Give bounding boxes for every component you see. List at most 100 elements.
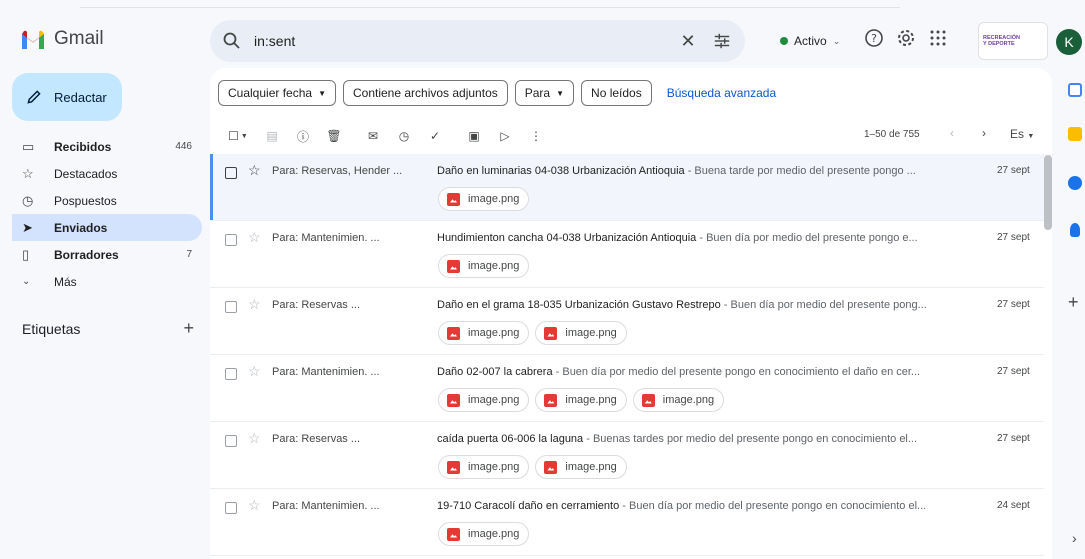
clear-search-icon[interactable]: ✕	[676, 29, 700, 53]
row-checkbox[interactable]	[225, 234, 237, 246]
expand-panel-icon[interactable]: ›	[1072, 530, 1077, 546]
add-label-icon[interactable]: +	[183, 318, 194, 339]
archive-icon[interactable]: ▤	[261, 125, 283, 147]
image-file-icon	[544, 460, 558, 474]
filter-chip-attachments[interactable]: Contiene archivos adjuntos	[342, 80, 508, 106]
email-row[interactable]: ☆ Para: Mantenimien. ... Hundimienton ca…	[210, 221, 1044, 288]
row-checkbox[interactable]	[225, 167, 237, 179]
image-file-icon	[447, 326, 460, 340]
draft-icon: ▯	[22, 246, 30, 262]
attachment-chip[interactable]: image.png	[438, 187, 530, 211]
filter-chip-to[interactable]: Para ▼	[514, 80, 575, 106]
mark-read-icon[interactable]: ✉	[362, 125, 384, 147]
snooze-icon[interactable]: ◷	[393, 125, 415, 147]
subject: Daño en el grama 18-035 Urbanización Gus…	[437, 299, 721, 311]
status-label: Activo	[794, 34, 827, 48]
row-checkbox[interactable]	[225, 301, 237, 313]
snippet: - Buen día por medio del presente pongo …	[552, 366, 921, 378]
filter-chip-date[interactable]: Cualquier fecha ▼	[218, 80, 336, 106]
keep-icon[interactable]	[1068, 127, 1082, 141]
avatar[interactable]: K	[1056, 29, 1082, 55]
advanced-search-link[interactable]: Búsqueda avanzada	[667, 86, 776, 100]
star-icon[interactable]: ☆	[248, 296, 261, 313]
attachment-chip[interactable]: image.png	[438, 522, 530, 546]
attachment-chip[interactable]: image.png	[438, 455, 530, 479]
email-row[interactable]: ☆ Para: Mantenimien. ... 19-710 Caracolí…	[210, 489, 1044, 556]
dropdown-arrow-icon: ▼	[318, 88, 326, 98]
attachment-chip[interactable]: image.png	[535, 455, 627, 479]
settings-icon[interactable]	[896, 28, 916, 48]
svg-text:?: ?	[871, 32, 877, 45]
email-preview: Daño en luminarias 04-038 Urbanización A…	[437, 165, 957, 177]
search-options-icon[interactable]	[713, 32, 731, 50]
snippet: - Buen día por medio del presente pong..…	[720, 299, 927, 311]
star-icon[interactable]: ☆	[248, 497, 261, 514]
search-bar[interactable]: in:sent ✕	[210, 20, 745, 62]
message-toolbar: ☐ ▼ ▤ ⓘ 🗑 ✉ ◷ ✓ ▣ ▷ ⋮ 1–50 de 755 ‹ › Es …	[224, 124, 1040, 148]
window-top-edge	[80, 0, 900, 8]
sidebar-item-label: Enviados	[54, 220, 108, 235]
search-input[interactable]: in:sent	[254, 33, 295, 49]
row-checkbox[interactable]	[225, 368, 237, 380]
select-all-checkbox[interactable]: ☐ ▼	[224, 125, 252, 147]
status-selector[interactable]: Activo ⌄	[770, 25, 850, 57]
delete-icon[interactable]: 🗑	[323, 125, 345, 147]
attachment-chip[interactable]: image.png	[632, 388, 725, 412]
sidebar-item-starred[interactable]: ☆ Destacados	[12, 160, 202, 187]
email-row[interactable]: ☆ Para: Reservas, Hender ... Daño en lum…	[210, 154, 1044, 221]
labels-header: Etiquetas	[22, 320, 81, 337]
add-task-icon[interactable]: ✓	[424, 125, 446, 147]
star-icon[interactable]: ☆	[248, 162, 261, 179]
date: 27 sept	[997, 433, 1030, 444]
email-preview: Daño 02-007 la cabrera - Buen día por me…	[437, 366, 957, 378]
recipient: Para: Reservas ...	[272, 433, 361, 445]
search-icon[interactable]	[222, 31, 242, 51]
image-file-icon	[641, 393, 655, 407]
account-switcher[interactable]: RECREACIÓN Y DEPORTE	[978, 22, 1048, 60]
sidebar-item-snoozed[interactable]: ◷ Pospuestos	[12, 187, 202, 214]
row-checkbox[interactable]	[225, 502, 237, 514]
sidebar-item-sent[interactable]: ➤ Enviados	[12, 214, 202, 241]
contacts-icon[interactable]	[1070, 223, 1080, 237]
star-icon[interactable]: ☆	[248, 430, 261, 447]
star-icon[interactable]: ☆	[248, 229, 261, 246]
sidebar-item-more[interactable]: ⌄ Más	[12, 268, 202, 295]
calendar-icon[interactable]	[1068, 83, 1082, 97]
compose-label: Redactar	[54, 89, 107, 105]
next-page-icon[interactable]: ›	[982, 126, 986, 140]
org-logo-text: RECREACIÓN Y DEPORTE	[983, 35, 1020, 47]
star-icon[interactable]: ☆	[248, 363, 261, 380]
sidebar-item-drafts[interactable]: ▯ Borradores 7	[12, 241, 202, 268]
attachment-chip[interactable]: image.png	[535, 388, 627, 412]
avatar-letter: K	[1064, 34, 1074, 50]
row-checkbox[interactable]	[225, 435, 237, 447]
compose-button[interactable]: Redactar	[12, 73, 122, 121]
label-icon[interactable]: ▷	[494, 125, 516, 147]
side-panel: + ›	[1062, 70, 1085, 559]
help-icon[interactable]: ?	[864, 28, 884, 48]
attachment-chip[interactable]: image.png	[438, 321, 530, 345]
attachment-chip[interactable]: image.png	[438, 254, 530, 278]
sidebar-item-inbox[interactable]: ▭ Recibidos 446	[12, 133, 202, 160]
prev-page-icon[interactable]: ‹	[950, 126, 954, 140]
more-options-icon[interactable]: ⋮	[525, 125, 547, 147]
date: 27 sept	[997, 299, 1030, 310]
input-language-selector[interactable]: Es ▼	[1010, 127, 1034, 141]
email-row[interactable]: ☆ Para: Reservas ... Daño en el grama 18…	[210, 288, 1044, 355]
add-addon-icon[interactable]: +	[1068, 292, 1079, 313]
tasks-icon[interactable]	[1068, 176, 1082, 190]
attachment-chip[interactable]: image.png	[438, 388, 530, 412]
move-to-icon[interactable]: ▣	[463, 125, 485, 147]
gmail-logo[interactable]: Gmail	[20, 28, 104, 50]
email-row[interactable]: ☆ Para: Mantenimien. ... Daño 02-007 la …	[210, 355, 1044, 422]
email-row[interactable]: ☆ Para: Reservas ... caída puerta 06-006…	[210, 422, 1044, 489]
chip-label: No leídos	[591, 86, 642, 100]
filter-chip-unread[interactable]: No leídos	[581, 80, 652, 106]
subject: Daño 02-007 la cabrera	[437, 366, 553, 378]
attachment-name: image.png	[662, 394, 715, 406]
report-spam-icon[interactable]: ⓘ	[292, 125, 314, 147]
attachment-chip[interactable]: image.png	[535, 321, 627, 345]
chip-label: Para	[524, 86, 551, 100]
scrollbar-thumb[interactable]	[1044, 155, 1052, 230]
apps-grid-icon[interactable]	[928, 28, 948, 48]
